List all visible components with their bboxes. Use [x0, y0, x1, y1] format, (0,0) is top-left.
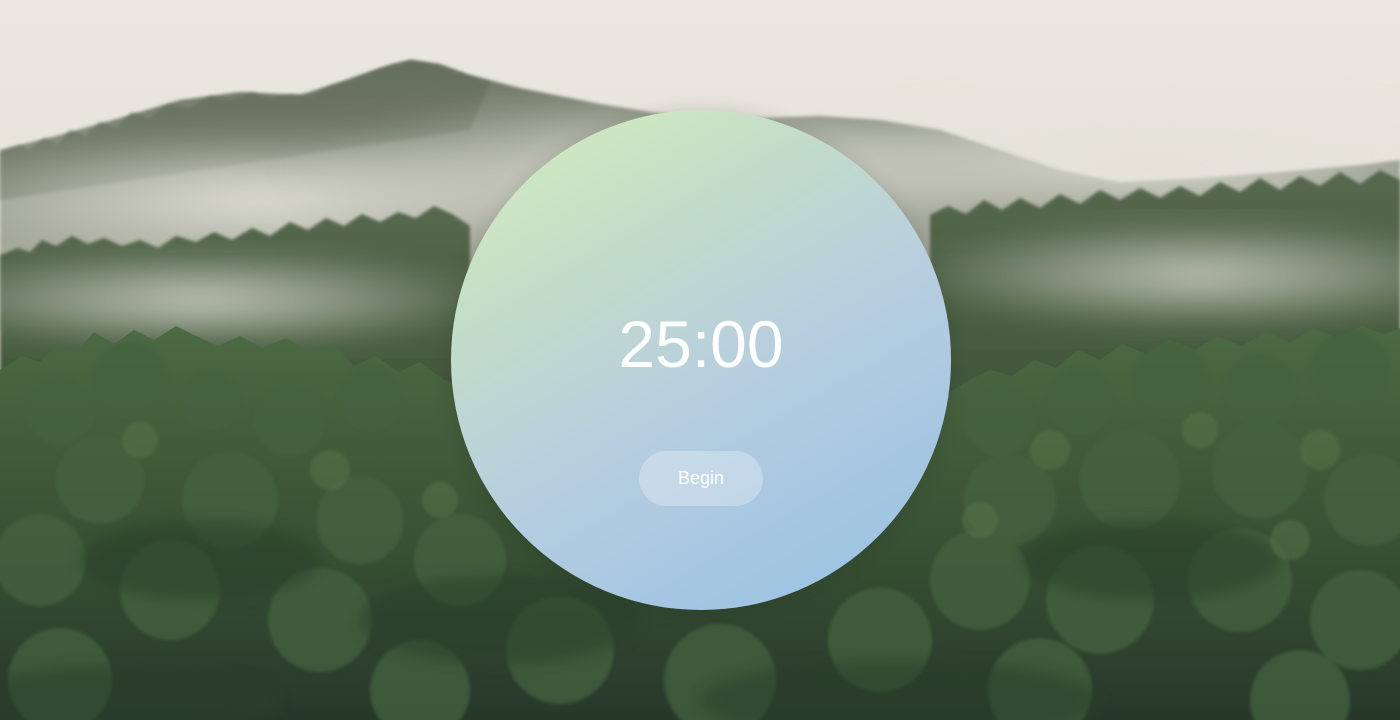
timer-display: 25:00 [618, 307, 784, 381]
app-root: 25:00 Begin [0, 0, 1400, 720]
timer-circle: 25:00 Begin [451, 110, 951, 610]
begin-button[interactable]: Begin [639, 451, 763, 506]
